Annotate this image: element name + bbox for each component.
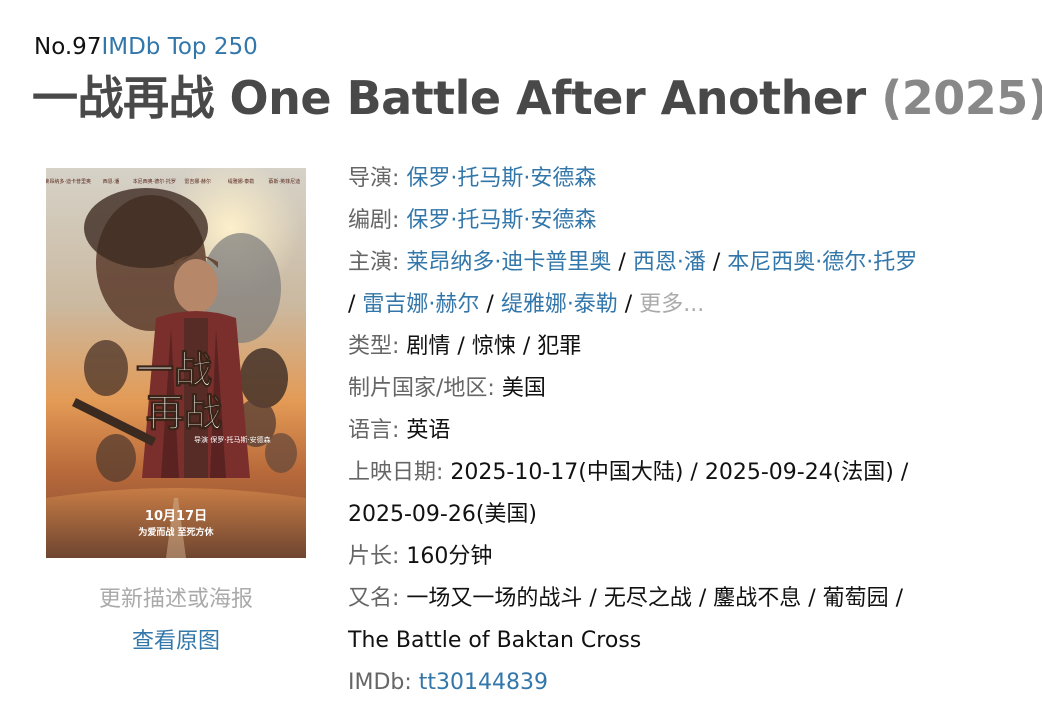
release-row: 上映日期: 2025-10-17(中国大陆) / 2025-09-24(法国) … (348, 460, 909, 485)
poster-title-line1: 一战 (136, 348, 212, 392)
page-title: 一战再战 One Battle After Another (2025) (32, 70, 1042, 126)
imdb-top250-link[interactable]: IMDb Top 250 (101, 34, 257, 60)
release-row-2: 2025-09-26(美国) (348, 494, 1028, 536)
language-label: 语言 (348, 418, 393, 443)
release-label: 上映日期 (348, 460, 437, 485)
cast-link[interactable]: 莱昂纳多·迪卡普里奥 (406, 250, 611, 275)
poster-credit-name: 莱昂纳多·迪卡普里奥 (46, 178, 91, 185)
movie-poster[interactable]: 一战 再战 导演 保罗·托马斯·安德森 莱昂纳多·迪卡普里奥 西恩·潘 本尼西奥·德… (46, 168, 306, 558)
country-row: 制片国家/地区: 美国 (348, 376, 546, 401)
runtime-value: 160分钟 (406, 544, 493, 569)
writer-row: 编剧: 保罗·托马斯·安德森 (348, 208, 597, 233)
runtime-row: 片长: 160分钟 (348, 544, 493, 569)
aka-value-1: 一场又一场的战斗 / 无尽之战 / 鏖战不息 / 葡萄园 / (406, 586, 904, 611)
poster-image: 一战 再战 导演 保罗·托马斯·安德森 莱昂纳多·迪卡普里奥 西恩·潘 本尼西奥·德… (46, 168, 306, 558)
director-link[interactable]: 保罗·托马斯·安德森 (406, 166, 596, 191)
director-row: 导演: 保罗·托马斯·安德森 (348, 166, 597, 191)
poster-credit-name: 雷吉娜·赫尔 (184, 178, 211, 185)
poster-links: 更新描述或海报 查看原图 (46, 584, 306, 658)
poster-release-date: 10月17日 (145, 509, 207, 524)
writer-label: 编剧 (348, 208, 393, 233)
genre-row: 类型: 剧情 / 惊悚 / 犯罪 (348, 334, 582, 359)
writer-link[interactable]: 保罗·托马斯·安德森 (406, 208, 596, 233)
more-cast-link[interactable]: 更多... (639, 292, 704, 317)
aka-label: 又名 (348, 586, 393, 611)
view-original-link[interactable]: 查看原图 (46, 626, 306, 658)
imdb-row: IMDb: tt30144839 (348, 670, 549, 695)
rank-number: No.97 (34, 34, 102, 60)
language-row: 语言: 英语 (348, 418, 451, 443)
update-description-link[interactable]: 更新描述或海报 (46, 584, 306, 616)
director-label: 导演 (348, 166, 393, 191)
poster-director-credit: 导演 保罗·托马斯·安德森 (194, 435, 271, 444)
poster-credit-name: 本尼西奥·德尔·托罗 (133, 178, 176, 185)
cast-link[interactable]: 西恩·潘 (633, 250, 706, 275)
aka-row-2: The Battle of Baktan Cross (348, 620, 1028, 662)
movie-year: (2025) (881, 71, 1042, 125)
poster-credit-name: 蔡斯·英菲尼迪 (269, 178, 301, 185)
poster-tagline: 为爱而战 至死方休 (138, 526, 214, 538)
poster-title-line2: 再战 (146, 391, 222, 435)
runtime-label: 片长 (348, 544, 393, 569)
aka-row: 又名: 一场又一场的战斗 / 无尽之战 / 鏖战不息 / 葡萄园 / (348, 586, 904, 611)
cast-label: 主演 (348, 250, 393, 275)
language-value: 英语 (406, 418, 451, 443)
release-value-1: 2025-10-17(中国大陆) / 2025-09-24(法国) / (450, 460, 909, 485)
movie-title: 一战再战 One Battle After Another (32, 71, 866, 125)
cast-row-2: / 雷吉娜·赫尔 / 缇雅娜·泰勒 / 更多... (348, 292, 705, 317)
release-value-2: 2025-09-26(美国) (348, 502, 538, 527)
poster-credit-name: 西恩·潘 (103, 178, 120, 185)
country-label: 制片国家/地区 (348, 376, 488, 401)
genre-label: 类型 (348, 334, 393, 359)
movie-info: 导演: 保罗·托马斯·安德森 编剧: 保罗·托马斯·安德森 主演: 莱昂纳多·迪… (348, 158, 1028, 704)
cast-link[interactable]: 本尼西奥·德尔·托罗 (727, 250, 917, 275)
aka-value-2: The Battle of Baktan Cross (348, 628, 642, 653)
cast-link[interactable]: 雷吉娜·赫尔 (362, 292, 479, 317)
poster-credit-name: 缇雅娜·泰勒 (228, 178, 255, 185)
genre-value: 剧情 / 惊悚 / 犯罪 (406, 334, 582, 359)
rank-line: No.97IMDb Top 250 (34, 32, 258, 62)
imdb-label: IMDb (348, 670, 405, 695)
cast-link[interactable]: 缇雅娜·泰勒 (501, 292, 618, 317)
cast-row-1: 主演: 莱昂纳多·迪卡普里奥 / 西恩·潘 / 本尼西奥·德尔·托罗 (348, 250, 918, 275)
imdb-id-link[interactable]: tt30144839 (419, 670, 548, 695)
country-value: 美国 (501, 376, 546, 401)
